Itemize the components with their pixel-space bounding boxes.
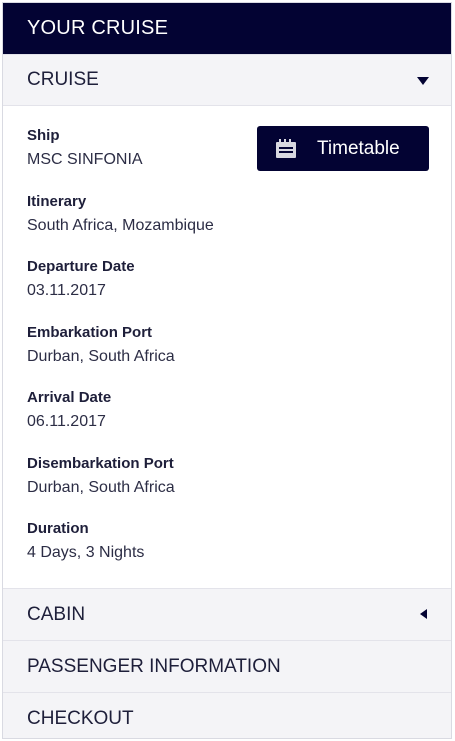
field-value: 03.11.2017 xyxy=(27,282,106,299)
passenger-information-section-title: PASSENGER INFORMATION xyxy=(27,656,281,677)
timetable-button[interactable]: Timetable xyxy=(257,126,429,171)
field-label: Embarkation Port xyxy=(27,324,153,341)
chevron-down-icon xyxy=(417,77,429,85)
field-label: Departure Date xyxy=(27,258,135,275)
cruise-section-title: CRUISE xyxy=(27,69,99,90)
calendar-icon xyxy=(276,138,296,158)
cabin-section-title: CABIN xyxy=(27,604,86,625)
field-label: Itinerary xyxy=(27,193,87,210)
field-duration: Duration 4 Days, 3 Nights xyxy=(27,520,144,562)
cabin-section-header[interactable]: CABIN xyxy=(3,588,451,640)
field-disembarkation-port: Disembarkation Port Durban, South Africa xyxy=(27,455,175,497)
cruise-section-header[interactable]: CRUISE xyxy=(3,54,451,106)
field-label: Duration xyxy=(27,520,89,537)
field-ship: Ship MSC SINFONIA xyxy=(27,127,143,169)
field-value: South Africa, Mozambique xyxy=(27,217,214,234)
chevron-left-icon xyxy=(420,609,427,619)
timetable-label: Timetable xyxy=(317,137,400,159)
passenger-information-section-header[interactable]: PASSENGER INFORMATION xyxy=(3,640,451,692)
field-label: Arrival Date xyxy=(27,389,112,406)
panel-title: YOUR CRUISE xyxy=(3,3,451,54)
field-label: Disembarkation Port xyxy=(27,455,174,472)
field-label: Ship xyxy=(27,127,60,144)
field-value: 06.11.2017 xyxy=(27,413,106,430)
field-itinerary: Itinerary South Africa, Mozambique xyxy=(27,193,214,235)
field-departure-date: Departure Date 03.11.2017 xyxy=(27,258,135,300)
field-value: Durban, South Africa xyxy=(27,348,175,365)
field-value: 4 Days, 3 Nights xyxy=(27,544,145,561)
field-embarkation-port: Embarkation Port Durban, South Africa xyxy=(27,324,175,366)
checkout-section-title: CHECKOUT xyxy=(27,708,134,729)
checkout-section-header[interactable]: CHECKOUT xyxy=(3,692,451,738)
field-arrival-date: Arrival Date 06.11.2017 xyxy=(27,389,111,431)
field-value: MSC SINFONIA xyxy=(27,151,143,168)
cruise-details: Ship MSC SINFONIA Timetable Itinerary So… xyxy=(3,106,451,588)
field-value: Durban, South Africa xyxy=(27,479,175,496)
your-cruise-panel: YOUR CRUISE CRUISE Ship MSC SINFONIA Tim… xyxy=(2,2,452,739)
